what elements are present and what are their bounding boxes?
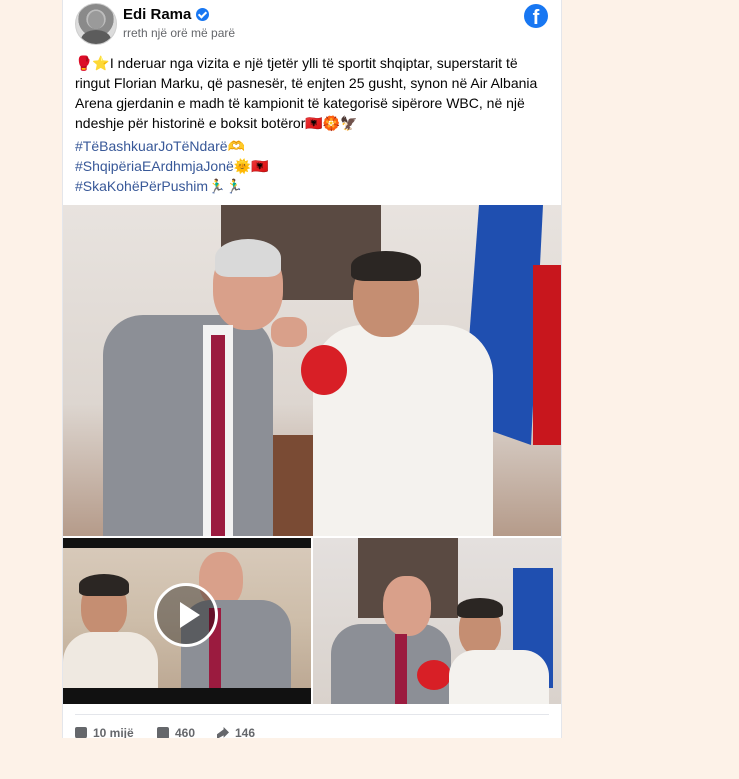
man-suit-head xyxy=(383,576,431,636)
post-body-text: 🥊⭐I nderuar nga vizita e një tjetër ylli… xyxy=(75,55,538,131)
post-header: Edi Rama rreth një orë më parë f xyxy=(63,0,561,50)
play-icon[interactable] xyxy=(154,583,218,647)
like-count-text: 10 mijë xyxy=(93,726,134,738)
post-photo-secondary[interactable] xyxy=(313,538,561,704)
boxer-body xyxy=(449,650,549,704)
stats-divider xyxy=(75,714,549,715)
share-count-text: 146 xyxy=(235,726,256,738)
man-suit-tie xyxy=(211,335,225,536)
facebook-post-card: Edi Rama rreth një orë më parë f 🥊⭐I nde… xyxy=(62,0,562,738)
facebook-icon[interactable]: f xyxy=(524,4,548,28)
boxing-glove xyxy=(417,660,451,690)
comment-count[interactable]: 460 xyxy=(157,726,195,738)
avatar-body xyxy=(81,30,111,44)
man-suit-body xyxy=(103,315,273,536)
left-man-hair xyxy=(79,574,129,596)
avatar[interactable] xyxy=(75,3,117,45)
share-count[interactable]: 146 xyxy=(217,726,255,738)
man-suit-hair xyxy=(215,239,281,277)
post-stats: 10 mijë 460 146 xyxy=(75,726,551,738)
verified-badge-icon xyxy=(196,8,210,21)
left-man-shirt xyxy=(63,632,158,688)
boxing-glove xyxy=(301,345,347,395)
fists xyxy=(271,317,307,347)
like-icon xyxy=(75,727,87,738)
man-suit-tie xyxy=(395,634,407,704)
hashtag-link[interactable]: #SkaKohëPërPushim🏃‍♂️🏃‍♂️ xyxy=(75,176,551,196)
boxer-hair xyxy=(457,598,503,618)
post-video-thumbnail[interactable] xyxy=(63,538,311,704)
comment-icon xyxy=(157,727,169,738)
hashtag-link[interactable]: #ShqipëriaEArdhmjaJonë🌞🇦🇱 xyxy=(75,156,551,176)
author-name[interactable]: Edi Rama xyxy=(123,6,210,23)
like-count[interactable]: 10 mijë xyxy=(75,726,134,738)
hashtag-link[interactable]: #TëBashkuarJoTëNdarë🫶 xyxy=(75,136,551,156)
author-name-text[interactable]: Edi Rama xyxy=(123,6,191,23)
hashtag-list: #TëBashkuarJoTëNdarë🫶 #ShqipëriaEArdhmja… xyxy=(75,136,551,196)
video-top-bar xyxy=(63,538,311,548)
post-timestamp[interactable]: rreth një orë më parë xyxy=(123,26,235,40)
share-icon xyxy=(217,727,229,738)
comment-count-text: 460 xyxy=(175,726,196,738)
avatar-head xyxy=(88,11,104,29)
boxer-hair xyxy=(351,251,421,281)
video-bottom-bar xyxy=(63,688,311,704)
post-photo-main[interactable] xyxy=(63,205,561,536)
albania-flag xyxy=(533,265,561,445)
